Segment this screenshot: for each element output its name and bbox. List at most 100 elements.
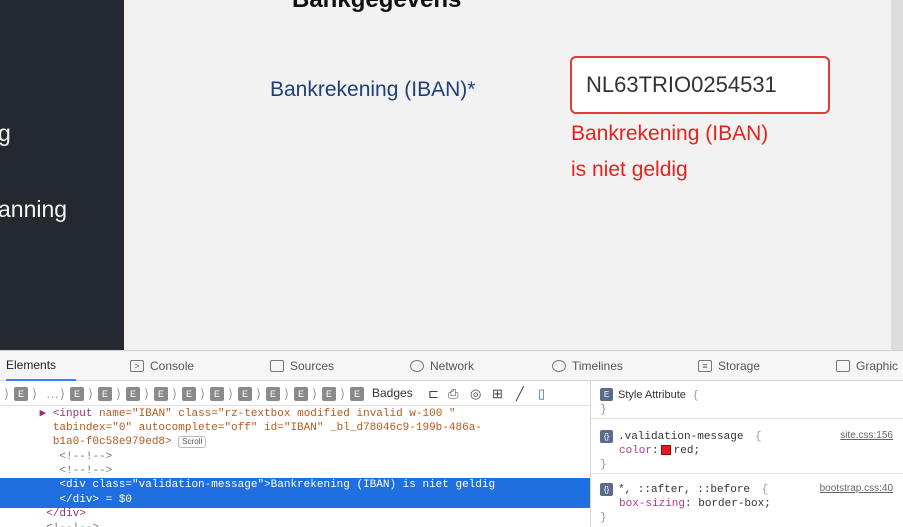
css-selector: *, ::after, ::before (618, 483, 751, 496)
validation-message-line1: Bankrekening (IBAN) (571, 122, 769, 145)
iban-input[interactable] (570, 56, 830, 114)
dom-comment[interactable]: <!--!--> (0, 450, 590, 465)
style-attribute-label: Style Attribute (618, 388, 686, 401)
sidebar-toggle-icon[interactable]: ▯ (538, 386, 545, 402)
tab-timelines-label: Timelines (572, 359, 623, 373)
graphics-icon (836, 360, 850, 372)
dom-comment-text: <!--!--> (59, 451, 113, 463)
breadcrumb-element-icon[interactable]: E (182, 387, 196, 401)
breadcrumb-element-icon[interactable]: E (98, 387, 112, 401)
dom-attributes: tabindex="0" autocomplete="off" id="IBAN… (46, 422, 482, 434)
tab-graphics[interactable]: Graphic (836, 351, 898, 381)
validation-message-line2: is niet geldig (571, 158, 688, 181)
console-icon: > (130, 360, 144, 372)
breadcrumb-separator: ⟩ (340, 386, 346, 401)
badges-button[interactable]: Badges (372, 386, 413, 400)
section-title: Bankgegevens (292, 0, 461, 14)
css-rule-icon: {} (600, 483, 613, 496)
sidebar-item-planning[interactable]: anning (0, 196, 67, 223)
rule-brace: } (600, 512, 607, 524)
breadcrumb-ellipsis[interactable]: … (46, 386, 59, 401)
css-selector: .validation-message (618, 430, 744, 443)
css-property-name: box-sizing (619, 498, 686, 510)
dom-node-selected[interactable]: <div class="validation-message">Bankreke… (0, 478, 590, 493)
breadcrumb-element-icon[interactable]: E (154, 387, 168, 401)
breadcrumb-separator: ⟩ (32, 386, 38, 401)
tab-storage-label: Storage (718, 359, 761, 373)
rule-brace: } (600, 459, 607, 471)
element-style-icon: E (600, 388, 613, 401)
breadcrumb-separator: ⟩ (172, 386, 178, 401)
grid-icon[interactable]: ⊞ (492, 386, 503, 402)
devtools-panel: Elements > Console Sources Network Timel… (0, 350, 903, 527)
sidebar-item-partial[interactable]: g (0, 120, 11, 147)
dom-text: Bankrekening (IBAN) is niet geldig (270, 479, 496, 491)
sources-icon (270, 360, 284, 372)
css-source-link[interactable]: bootstrap.css:40 (820, 483, 893, 494)
dom-node-input-cont: tabindex="0" autocomplete="off" id="IBAN… (0, 421, 590, 436)
dom-tag: </div> (46, 508, 86, 520)
css-property-value: red (673, 445, 694, 457)
breadcrumb-element-icon[interactable]: E (266, 387, 280, 401)
dom-node-input[interactable]: ▶ <input name="IBAN" class="rz-textbox m… (0, 407, 590, 422)
breadcrumb-separator: ⟩ (116, 386, 122, 401)
tab-network[interactable]: Network (410, 351, 474, 381)
dom-tag: ▶ <input (39, 408, 93, 420)
breadcrumb-element-icon[interactable]: E (238, 387, 252, 401)
devtools-tabbar: Elements > Console Sources Network Timel… (0, 351, 903, 381)
dom-tag: <div class="validation-message"> (59, 479, 271, 491)
screenshot-root: g anning Bankgegevens Bankrekening (IBAN… (0, 0, 903, 527)
breadcrumb-element-icon[interactable]: E (210, 387, 224, 401)
print-icon[interactable]: ⎙ (448, 386, 458, 402)
web-page: g anning Bankgegevens Bankrekening (IBAN… (0, 0, 903, 350)
dom-node-selected-close[interactable]: </div> = $0 (0, 493, 590, 508)
breadcrumb-separator: ⟩ (60, 386, 66, 401)
tab-network-label: Network (430, 359, 475, 373)
css-source-link[interactable]: site.css:156 (840, 430, 893, 441)
breadcrumb-element-icon[interactable]: E (126, 387, 140, 401)
breadcrumb-separator: ⟩ (256, 386, 262, 401)
breadcrumb-separator: ⟩ (312, 386, 318, 401)
dom-comment[interactable]: <!--!--> (0, 464, 590, 479)
style-attribute-rule[interactable]: E Style Attribute { (600, 388, 698, 401)
dom-comment-text: <!--!--> (46, 522, 99, 527)
breadcrumb-separator: ⟩ (4, 386, 10, 401)
breadcrumb-element-icon[interactable]: E (14, 387, 28, 401)
breadcrumb-element-icon[interactable]: E (70, 387, 84, 401)
color-swatch-icon[interactable] (660, 445, 671, 456)
dom-tree: ▶ <input name="IBAN" class="rz-textbox m… (0, 407, 590, 527)
dom-node-input-cont: b1a0-f0c58e979ed8> Scroll (0, 435, 590, 450)
layout-icon[interactable]: ⊏ (428, 386, 439, 402)
storage-icon: ≡ (698, 360, 712, 372)
rule-divider (591, 473, 903, 474)
breadcrumb-separator: ⟩ (228, 386, 234, 401)
dom-tag: </div> (59, 494, 100, 506)
tab-console-label: Console (150, 359, 195, 373)
dom-breadcrumb: ⟩ E ⟩ … ⟩ E ⟩ E ⟩ E ⟩ E ⟩ E ⟩ E ⟩ E ⟩ E … (0, 382, 590, 406)
dom-attributes: name="IBAN" class="rz-textbox modified i… (92, 408, 456, 420)
pencil-icon[interactable]: ╱ (516, 386, 524, 402)
tab-storage[interactable]: ≡ Storage (698, 351, 760, 381)
dom-comment[interactable]: <!--!--> (0, 521, 590, 527)
breadcrumb-element-icon[interactable]: E (322, 387, 336, 401)
css-property-name: color (619, 445, 653, 457)
css-declaration[interactable]: color: red; (619, 445, 700, 457)
appearance-icon[interactable]: ◎ (470, 386, 481, 402)
page-scrollbar[interactable] (891, 0, 903, 350)
breadcrumb-element-icon[interactable]: E (350, 387, 364, 401)
css-declaration[interactable]: box-sizing: border-box; (619, 498, 771, 510)
dom-node-close[interactable]: </div> (0, 507, 590, 522)
scroll-badge[interactable]: Scroll (178, 436, 207, 448)
tab-timelines[interactable]: Timelines (552, 351, 623, 381)
dom-comment-text: <!--!--> (59, 465, 113, 477)
breadcrumb-element-icon[interactable]: E (294, 387, 308, 401)
tab-console[interactable]: > Console (130, 351, 194, 381)
tab-elements[interactable]: Elements (6, 351, 76, 381)
tab-sources[interactable]: Sources (270, 351, 334, 381)
css-rule-universal[interactable]: {} *, ::after, ::before { (600, 483, 768, 496)
css-rule-validation-message[interactable]: {} .validation-message { (600, 430, 762, 443)
iban-label: Bankrekening (IBAN)* (270, 78, 476, 101)
tab-graphics-label: Graphic (856, 359, 899, 373)
breadcrumb-separator: ⟩ (88, 386, 94, 401)
css-rule-icon: {} (600, 430, 613, 443)
